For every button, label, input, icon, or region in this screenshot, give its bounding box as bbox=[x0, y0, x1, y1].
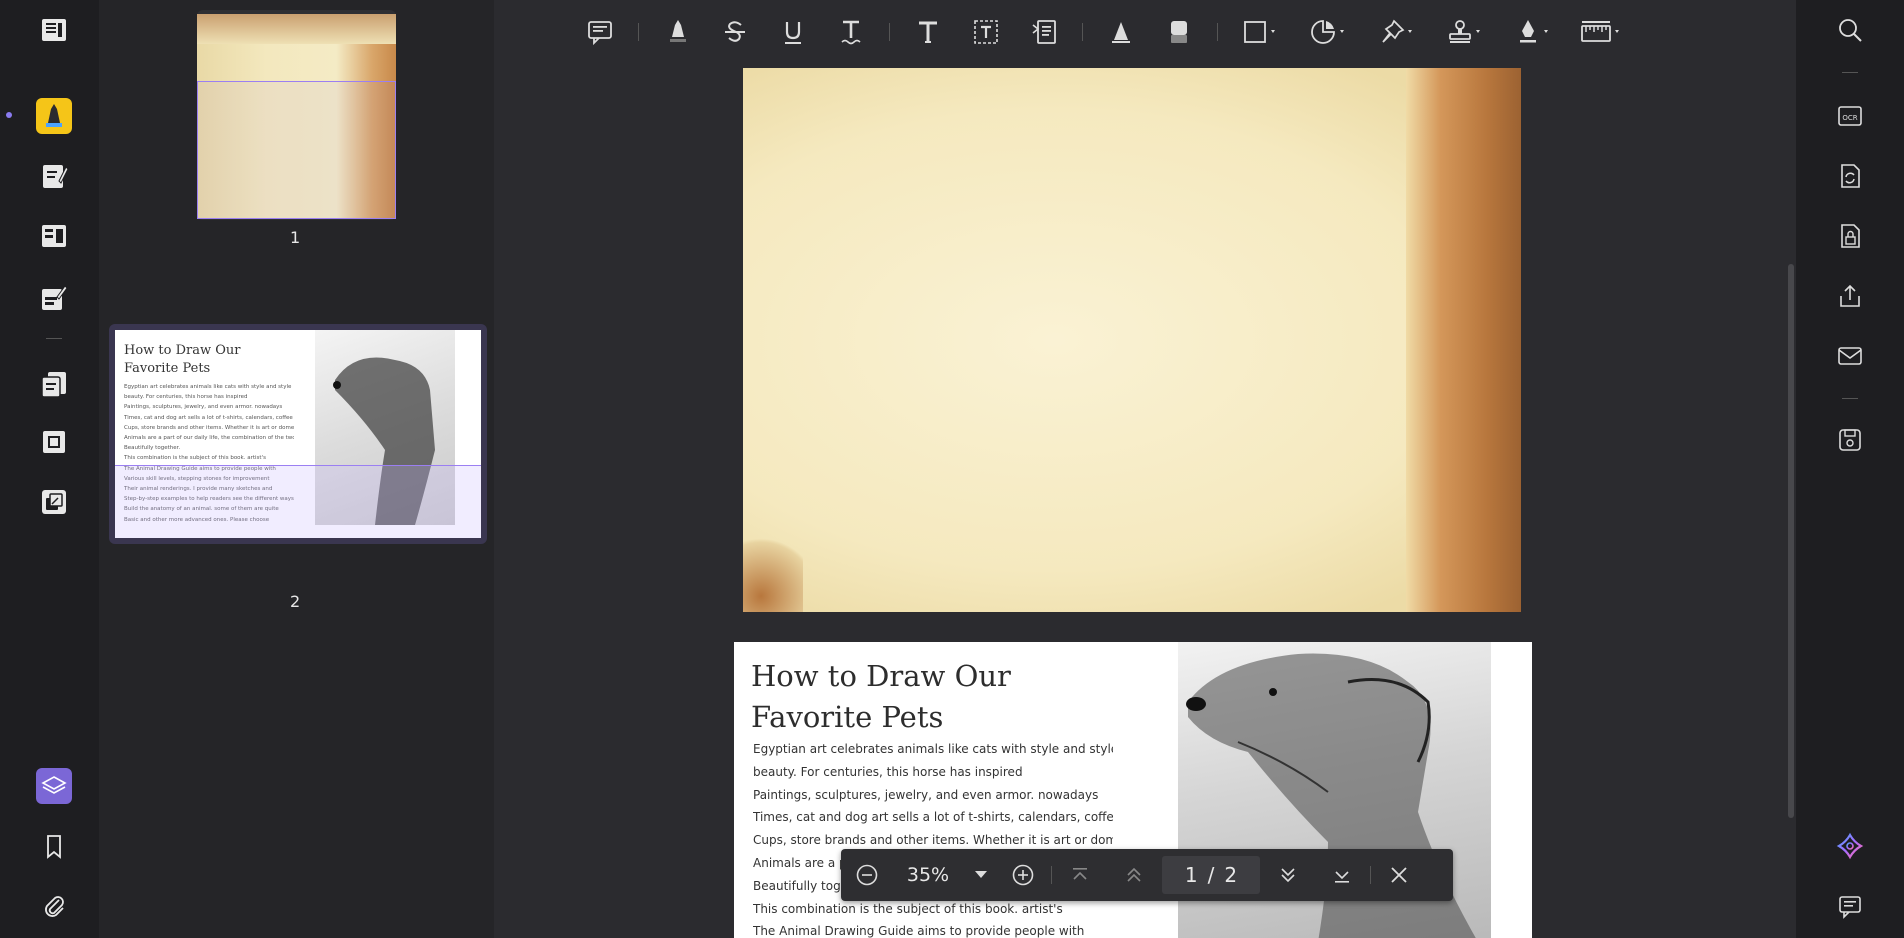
app-window: 1 How to Draw Our Favorite Pets Egyptian… bbox=[0, 0, 1904, 938]
last-page-icon[interactable] bbox=[1328, 861, 1356, 889]
ocr-icon[interactable]: OCR bbox=[1830, 96, 1870, 136]
pencil-icon[interactable] bbox=[1101, 12, 1141, 52]
organize-pages-icon[interactable] bbox=[36, 366, 72, 402]
zoom-in-icon[interactable] bbox=[1009, 861, 1037, 889]
pdf-page-1 bbox=[743, 68, 1521, 612]
thumbnail-text-line: This combination is the subject of this … bbox=[124, 455, 266, 462]
close-icon[interactable] bbox=[1385, 861, 1413, 889]
convert-icon[interactable] bbox=[36, 484, 72, 520]
ai-assistant-icon[interactable] bbox=[1830, 826, 1870, 866]
page-thumbnail-2[interactable]: How to Draw Our Favorite Pets Egyptian a… bbox=[109, 324, 487, 544]
thumbnail-page-number: 2 bbox=[290, 592, 301, 611]
next-page-icon[interactable] bbox=[1274, 861, 1302, 889]
first-page-icon[interactable] bbox=[1066, 861, 1094, 889]
protect-icon[interactable] bbox=[1830, 216, 1870, 256]
thumbnail-text-line: Paintings, sculptures, jewelry, and even… bbox=[124, 404, 283, 411]
viewport-indicator bbox=[197, 81, 396, 219]
page-separator: / bbox=[1207, 863, 1215, 887]
thumbnail-text-line: Beautifully together. bbox=[124, 445, 181, 452]
bookmark-icon[interactable] bbox=[36, 828, 72, 864]
text-icon[interactable] bbox=[908, 12, 948, 52]
thumbnail-text-line: Egyptian art celebrates animals like cat… bbox=[124, 384, 292, 390]
search-icon[interactable] bbox=[1830, 10, 1870, 50]
body-text-line: beauty. For centuries, this horse has in… bbox=[753, 764, 1023, 779]
attachment-icon[interactable] bbox=[36, 888, 72, 924]
reader-icon[interactable] bbox=[36, 12, 72, 48]
sign-edit-icon[interactable] bbox=[36, 280, 72, 316]
thumbnail-text-line: Times, cat and dog art sells a lot of t-… bbox=[124, 414, 293, 421]
comments-panel-icon[interactable] bbox=[1830, 886, 1870, 926]
thumbnail-panel: 1 How to Draw Our Favorite Pets Egyptian… bbox=[99, 0, 494, 938]
thumbnail-text-line: Cups, store brands and other items. Whet… bbox=[124, 424, 294, 431]
current-page: 1 bbox=[1184, 863, 1198, 887]
email-icon[interactable] bbox=[1830, 336, 1870, 376]
previous-page-icon[interactable] bbox=[1120, 861, 1148, 889]
eraser-icon[interactable] bbox=[1159, 12, 1199, 52]
layers-icon[interactable] bbox=[36, 768, 72, 804]
squiggly-underline-icon[interactable] bbox=[831, 12, 871, 52]
total-pages: 2 bbox=[1224, 863, 1238, 887]
edit-pdf-icon[interactable] bbox=[36, 158, 72, 194]
annotation-toolbar bbox=[580, 8, 1644, 56]
highlighter-icon[interactable] bbox=[657, 12, 697, 52]
stamp-icon[interactable] bbox=[1440, 12, 1490, 52]
underline-icon[interactable] bbox=[773, 12, 813, 52]
convert-refresh-icon[interactable] bbox=[1830, 156, 1870, 196]
body-text-line: Times, cat and dog art sells a lot of t-… bbox=[753, 810, 1113, 825]
comment-icon[interactable] bbox=[580, 12, 620, 52]
zoom-navigation-bar: 35% 1 / 2 bbox=[841, 849, 1453, 901]
save-icon[interactable] bbox=[1830, 420, 1870, 460]
thumbnail-page-title: How to Draw Our Favorite Pets bbox=[124, 343, 241, 376]
right-tool-rail: OCR bbox=[1796, 0, 1904, 938]
active-indicator-dot bbox=[6, 112, 12, 118]
zoom-dropdown-icon[interactable] bbox=[971, 871, 991, 879]
thumbnail-page-number: 1 bbox=[290, 228, 301, 247]
document-view[interactable]: How to Draw Our Favorite Pets Egyptian a… bbox=[494, 56, 1790, 938]
bread-crust bbox=[1406, 68, 1521, 612]
text-callout-icon[interactable] bbox=[1024, 12, 1064, 52]
left-tool-rail bbox=[0, 0, 99, 938]
zoom-level[interactable]: 35% bbox=[895, 864, 961, 886]
zoom-out-icon[interactable] bbox=[853, 861, 881, 889]
thumbnail-viewport-indicator bbox=[115, 465, 481, 538]
comment-highlight-icon[interactable] bbox=[36, 98, 72, 134]
bread-crumb-corner bbox=[743, 532, 803, 612]
form-icon[interactable] bbox=[36, 218, 72, 254]
thumbnail-page-2-content: How to Draw Our Favorite Pets Egyptian a… bbox=[115, 330, 481, 538]
signature-icon[interactable] bbox=[1508, 12, 1558, 52]
svg-text:OCR: OCR bbox=[1842, 114, 1857, 122]
page-body-text: Egyptian art celebrates animals like cat… bbox=[753, 738, 1113, 938]
page-thumbnail-1[interactable] bbox=[197, 10, 396, 220]
thumbnail-text-line: beauty. For centuries, this horse has in… bbox=[124, 394, 248, 401]
body-text-line: Egyptian art celebrates animals like cat… bbox=[753, 742, 1113, 756]
body-text-line: Paintings, sculptures, jewelry, and even… bbox=[753, 787, 1099, 802]
crop-icon[interactable] bbox=[36, 424, 72, 460]
strikethrough-icon[interactable] bbox=[715, 12, 755, 52]
pin-icon[interactable] bbox=[1372, 12, 1422, 52]
thumbnail-text-line: Animals are a part of our daily life, th… bbox=[124, 435, 294, 442]
textbox-icon[interactable] bbox=[966, 12, 1006, 52]
page-title: How to Draw Our Favorite Pets bbox=[751, 659, 1011, 734]
sticker-icon[interactable] bbox=[1304, 12, 1354, 52]
shape-icon[interactable] bbox=[1236, 12, 1286, 52]
body-text-line: The Animal Drawing Guide aims to provide… bbox=[753, 924, 1085, 938]
vertical-scrollbar[interactable] bbox=[1788, 264, 1794, 818]
share-icon[interactable] bbox=[1830, 276, 1870, 316]
page-number-field[interactable]: 1 / 2 bbox=[1162, 856, 1260, 894]
measure-icon[interactable] bbox=[1576, 12, 1626, 52]
